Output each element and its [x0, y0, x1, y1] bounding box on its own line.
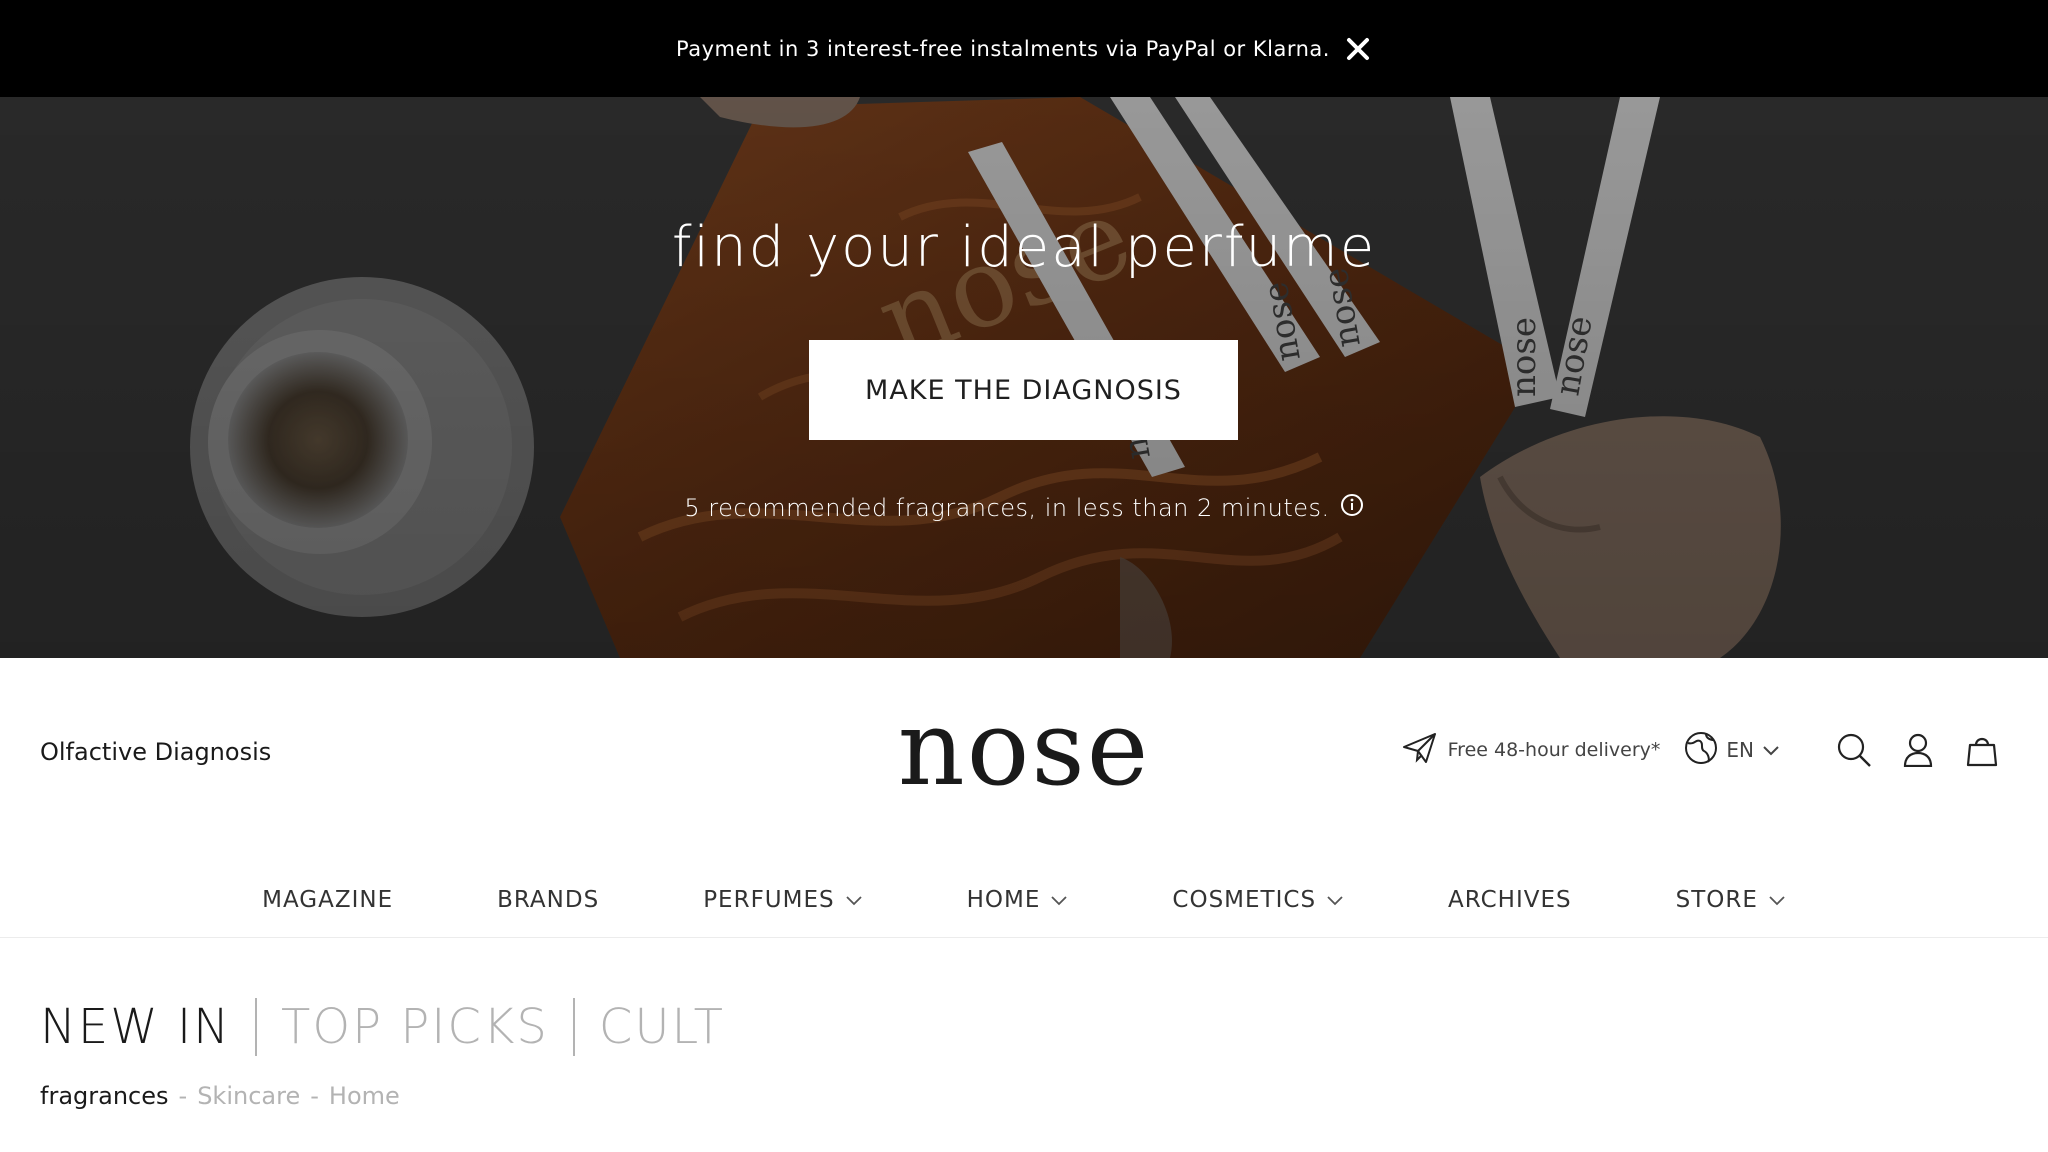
close-icon[interactable]	[1344, 35, 1372, 63]
chevron-down-icon	[1768, 887, 1786, 913]
delivery-info[interactable]: Free 48-hour delivery*	[1402, 732, 1661, 769]
subtab-home[interactable]: Home	[329, 1082, 400, 1110]
shopping-bag-icon[interactable]	[1962, 730, 2002, 770]
language-code: EN	[1726, 738, 1754, 762]
tab-cult[interactable]: CULT	[599, 999, 725, 1055]
hero-title: find your ideal perfume	[671, 215, 1377, 280]
nav-item-magazine[interactable]: MAGAZINE	[262, 887, 393, 913]
nav-item-brands[interactable]: BRANDS	[497, 887, 599, 913]
category-subtabs: fragrances - Skincare - Home	[40, 1082, 400, 1110]
hero-banner: nose nose nose nose nose nose find your …	[0, 97, 2048, 658]
tab-divider	[255, 998, 258, 1056]
chevron-down-icon	[845, 887, 863, 913]
account-icon[interactable]	[1898, 730, 1938, 770]
announcement-text: Payment in 3 interest-free instalments v…	[676, 36, 1330, 61]
chevron-down-icon	[1050, 887, 1068, 913]
subtab-skincare[interactable]: Skincare	[197, 1082, 300, 1110]
nav-item-archives[interactable]: ARCHIVES	[1448, 887, 1572, 913]
nav-label: HOME	[966, 886, 1041, 913]
nav-label: BRANDS	[497, 886, 600, 913]
nav-item-cosmetics[interactable]: COSMETICS	[1172, 887, 1344, 913]
hero-subtitle: 5 recommended fragrances, in less than 2…	[684, 494, 1330, 522]
language-selector[interactable]: EN	[1684, 731, 1780, 770]
main-nav: MAGAZINE BRANDS PERFUMES HOME COSMETICS …	[0, 862, 2048, 938]
info-icon[interactable]	[1340, 493, 1364, 523]
nav-label: PERFUMES	[703, 886, 835, 913]
nav-item-store[interactable]: STORE	[1676, 887, 1786, 913]
product-tabs: NEW IN TOP PICKS CULT	[40, 992, 725, 1062]
site-header: Olfactive Diagnosis nose Free 48-hour de…	[0, 658, 2048, 838]
subtab-separator: -	[310, 1082, 319, 1110]
search-icon[interactable]	[1834, 730, 1874, 770]
tab-new-in[interactable]: NEW IN	[40, 999, 231, 1055]
announcement-bar: Payment in 3 interest-free instalments v…	[0, 0, 2048, 97]
delivery-text: Free 48-hour delivery*	[1447, 739, 1661, 761]
nav-item-perfumes[interactable]: PERFUMES	[703, 887, 862, 913]
nav-label: MAGAZINE	[262, 886, 394, 913]
hero-subtitle-row: 5 recommended fragrances, in less than 2…	[0, 493, 2048, 523]
subtab-separator: -	[178, 1082, 188, 1110]
tab-divider	[572, 998, 575, 1056]
chevron-down-icon	[1326, 887, 1344, 913]
make-diagnosis-button[interactable]: MAKE THE DIAGNOSIS	[809, 340, 1238, 440]
header-actions: Free 48-hour delivery* EN	[1402, 724, 2002, 776]
nav-label: COSMETICS	[1172, 886, 1317, 913]
chevron-down-icon	[1762, 738, 1780, 762]
nav-item-home[interactable]: HOME	[967, 887, 1069, 913]
globe-icon	[1684, 731, 1718, 770]
paper-plane-icon	[1402, 732, 1438, 769]
tab-top-picks[interactable]: TOP PICKS	[281, 999, 549, 1055]
subtab-fragrances[interactable]: fragrances	[40, 1082, 169, 1110]
nav-label: STORE	[1675, 886, 1758, 913]
nav-label: ARCHIVES	[1448, 886, 1572, 913]
